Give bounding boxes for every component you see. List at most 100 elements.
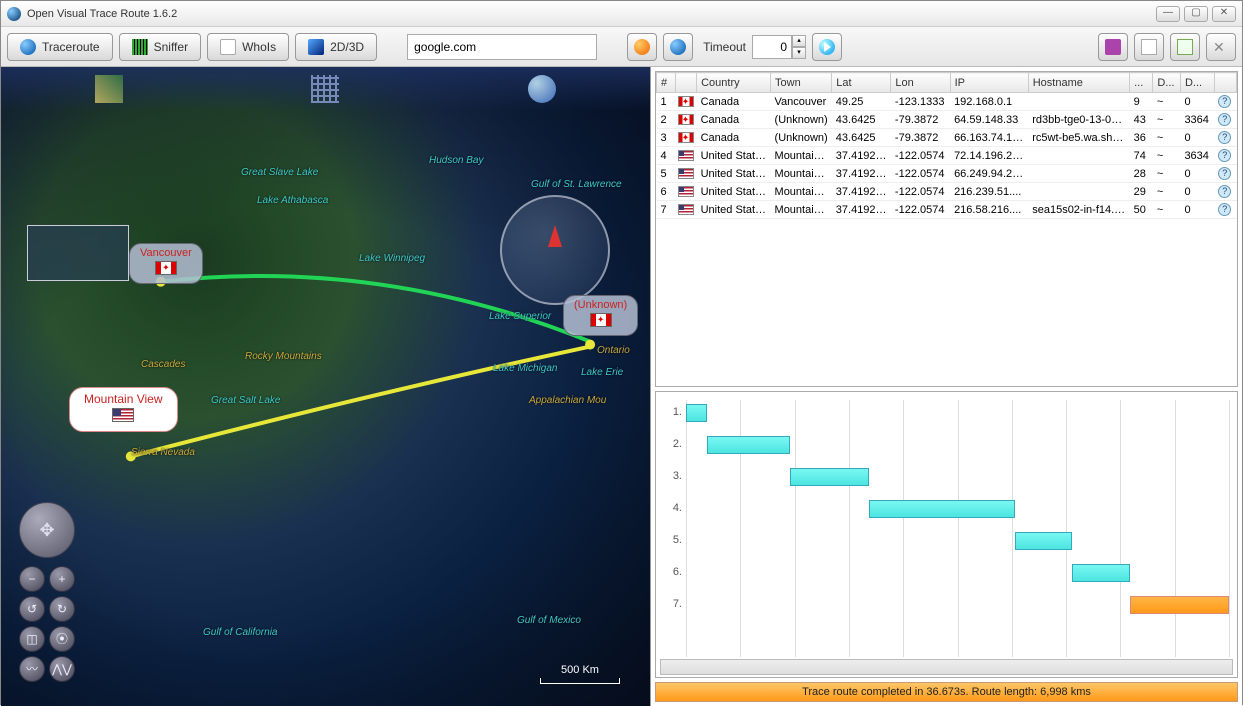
table-row[interactable]: 7United StatesMountain Vi...37.419205-12… bbox=[657, 201, 1237, 219]
gantt-bar[interactable] bbox=[869, 500, 1015, 518]
gantt-bar[interactable] bbox=[1072, 564, 1129, 582]
timeout-input[interactable] bbox=[752, 35, 792, 59]
compass[interactable] bbox=[500, 195, 610, 305]
sniffer-button[interactable]: Sniffer bbox=[119, 33, 201, 61]
layer-terrain-icon[interactable] bbox=[95, 75, 123, 103]
close-button[interactable]: ✕ bbox=[1212, 6, 1236, 22]
wrench-icon: ✕ bbox=[1213, 39, 1229, 55]
app-icon bbox=[7, 7, 21, 21]
import-icon bbox=[1177, 39, 1193, 55]
rotate-ccw-button[interactable]: ↺ bbox=[19, 596, 45, 622]
map-layer-bar bbox=[1, 67, 650, 111]
host-input[interactable] bbox=[407, 34, 597, 60]
table-row[interactable]: 4United StatesMountain Vi...37.419205-12… bbox=[657, 147, 1237, 165]
zoom-out-button[interactable]: − bbox=[19, 566, 45, 592]
layer-globe-icon[interactable] bbox=[528, 75, 556, 103]
help-icon[interactable]: ? bbox=[1218, 131, 1231, 144]
orange-globe-icon bbox=[634, 39, 650, 55]
table-row[interactable]: 1CanadaVancouver49.25-123.1333192.168.0.… bbox=[657, 93, 1237, 111]
traceroute-button[interactable]: Traceroute bbox=[7, 33, 113, 61]
map-scale: 500 Km bbox=[540, 664, 620, 684]
hops-table[interactable]: #CountryTownLatLonIPHostname...D...D... … bbox=[655, 71, 1238, 387]
run-button[interactable] bbox=[812, 33, 842, 61]
pan-joystick[interactable]: ✥ bbox=[19, 502, 75, 558]
settings-button[interactable]: ✕ bbox=[1206, 33, 1236, 61]
map-nav-controls: ✥ −+ ↺↻ ◫⦿ 〰⋀⋁ bbox=[19, 502, 75, 686]
usa-flag-icon bbox=[112, 408, 134, 422]
gantt-scrollbar[interactable] bbox=[660, 659, 1233, 675]
col-ip[interactable]: IP bbox=[950, 73, 1028, 93]
table-row[interactable]: 6United StatesMountain Vi...37.419205-12… bbox=[657, 183, 1237, 201]
help-icon[interactable]: ? bbox=[1218, 203, 1231, 216]
zoom-in-button[interactable]: + bbox=[49, 566, 75, 592]
flag-icon bbox=[1105, 39, 1121, 55]
traceroute-label: Traceroute bbox=[42, 40, 100, 54]
gantt-chart[interactable]: 1.2.3.4.5.6.7. bbox=[655, 391, 1238, 678]
gantt-bar[interactable] bbox=[1015, 532, 1072, 550]
col-l[interactable]: ... bbox=[1130, 73, 1153, 93]
maximize-button[interactable]: ▢ bbox=[1184, 6, 1208, 22]
layer-grid-icon[interactable] bbox=[311, 75, 339, 103]
table-row[interactable]: 5United StatesMountain Vi...37.419205-12… bbox=[657, 165, 1237, 183]
timeout-spinner[interactable]: ▴▾ bbox=[792, 35, 806, 59]
col-lon[interactable]: Lon bbox=[891, 73, 950, 93]
col-d2[interactable]: D... bbox=[1180, 73, 1214, 93]
map-pane[interactable]: Vancouver (Unknown) Mountain View Hudson… bbox=[1, 67, 651, 706]
help-icon[interactable]: ? bbox=[1218, 149, 1231, 162]
toolbar: Traceroute Sniffer WhoIs 2D/3D Timeout ▴… bbox=[1, 27, 1242, 67]
node-vancouver[interactable]: Vancouver bbox=[129, 243, 203, 284]
node-unknown[interactable]: (Unknown) bbox=[563, 295, 638, 336]
mode-b-button[interactable]: ⋀⋁ bbox=[49, 656, 75, 682]
gantt-bar[interactable] bbox=[686, 404, 707, 422]
minimize-button[interactable]: — bbox=[1156, 6, 1180, 22]
node-mountain-view-label: Mountain View bbox=[84, 392, 163, 406]
col-h[interactable] bbox=[1214, 73, 1236, 93]
node-vancouver-label: Vancouver bbox=[140, 247, 192, 259]
usa-flag-icon bbox=[678, 186, 694, 197]
mode-a-button[interactable]: 〰 bbox=[19, 656, 45, 682]
rotate-cw-button[interactable]: ↻ bbox=[49, 596, 75, 622]
tilt-button[interactable]: ◫ bbox=[19, 626, 45, 652]
help-icon[interactable]: ? bbox=[1218, 113, 1231, 126]
gantt-bar[interactable] bbox=[790, 468, 868, 486]
col-town[interactable]: Town bbox=[771, 73, 832, 93]
gantt-row: 6. bbox=[686, 560, 1229, 590]
help-icon[interactable]: ? bbox=[1218, 95, 1231, 108]
col-country[interactable]: Country bbox=[697, 73, 771, 93]
card-icon bbox=[220, 39, 236, 55]
gantt-row-label: 4. bbox=[662, 502, 682, 514]
gantt-row-label: 3. bbox=[662, 470, 682, 482]
export-icon bbox=[1141, 39, 1157, 55]
help-icon[interactable]: ? bbox=[1218, 167, 1231, 180]
col-host[interactable]: Hostname bbox=[1028, 73, 1129, 93]
col-flag[interactable] bbox=[676, 73, 697, 93]
gantt-row: 3. bbox=[686, 464, 1229, 494]
export-button[interactable] bbox=[1134, 33, 1164, 61]
view-label: 2D/3D bbox=[330, 40, 364, 54]
gantt-row: 1. bbox=[686, 400, 1229, 430]
import-button[interactable] bbox=[1170, 33, 1200, 61]
table-row[interactable]: 3Canada(Unknown)43.6425-79.387266.163.74… bbox=[657, 129, 1237, 147]
node-mountain-view[interactable]: Mountain View bbox=[69, 387, 178, 432]
flag-tool-button[interactable] bbox=[1098, 33, 1128, 61]
cube-icon bbox=[308, 39, 324, 55]
gantt-row-label: 6. bbox=[662, 566, 682, 578]
gantt-bar[interactable] bbox=[707, 436, 791, 454]
web-lookup-button[interactable] bbox=[627, 33, 657, 61]
table-row[interactable]: 2Canada(Unknown)43.6425-79.387264.59.148… bbox=[657, 111, 1237, 129]
window-title: Open Visual Trace Route 1.6.2 bbox=[27, 8, 1156, 20]
copy-url-button[interactable] bbox=[663, 33, 693, 61]
help-icon[interactable]: ? bbox=[1218, 185, 1231, 198]
minimap[interactable] bbox=[27, 225, 129, 281]
view-2d3d-button[interactable]: 2D/3D bbox=[295, 33, 377, 61]
whois-button[interactable]: WhoIs bbox=[207, 33, 289, 61]
col-lat[interactable]: Lat bbox=[832, 73, 891, 93]
col-n[interactable]: # bbox=[657, 73, 676, 93]
sniffer-icon bbox=[132, 39, 148, 55]
gantt-row: 5. bbox=[686, 528, 1229, 558]
reset-view-button[interactable]: ⦿ bbox=[49, 626, 75, 652]
usa-flag-icon bbox=[678, 204, 694, 215]
gantt-bar[interactable] bbox=[1130, 596, 1229, 614]
globe-icon bbox=[20, 39, 36, 55]
col-d1[interactable]: D... bbox=[1153, 73, 1181, 93]
